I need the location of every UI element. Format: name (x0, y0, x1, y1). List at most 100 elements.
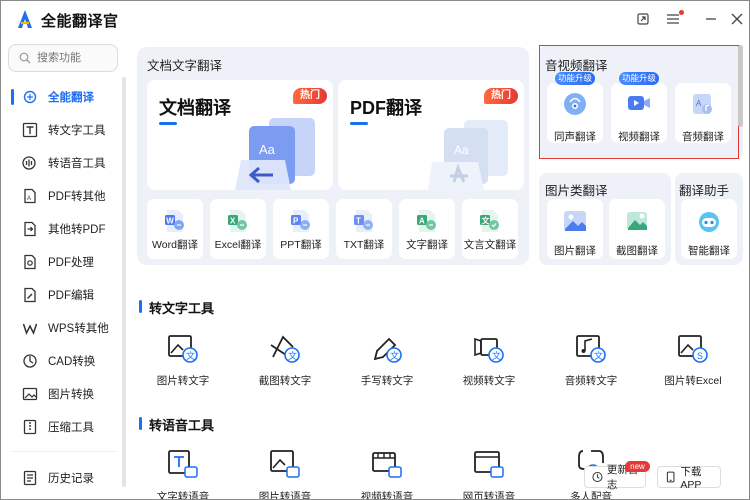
voice-tool-icon (21, 154, 39, 172)
image-translate-card[interactable]: 图片翻译 (547, 199, 603, 259)
sidebar-item-label: 转文字工具 (48, 125, 106, 137)
tool-label: 文字转语音 (156, 491, 210, 500)
sidebar-item-voice-tool[interactable]: 转语音工具 (11, 151, 121, 175)
tool-image-to-text[interactable]: 文 图片转文字 (143, 333, 223, 403)
tool-video-to-text[interactable]: 文 视频转文字 (449, 333, 529, 403)
accent-bar (159, 122, 177, 125)
doc-translate-panel: 文档文字翻译 文档翻译 热门 Aa PDF翻译 热门 Aa W Word翻译 X… (137, 47, 529, 265)
card-label: Excel翻译 (214, 239, 262, 251)
text-tool-icon (21, 121, 39, 139)
panel-title: 文档文字翻译 (147, 59, 223, 73)
search-box[interactable] (8, 44, 118, 72)
doc-translate-card[interactable]: 文档翻译 热门 Aa (147, 80, 333, 190)
sidebar-item-label: 其他转PDF (48, 224, 106, 236)
screenshot-to-text-icon: 文 (270, 335, 300, 363)
sidebar-item-image-convert[interactable]: 图片转换 (11, 382, 121, 406)
sidebar-item-label: 全能翻译 (48, 92, 94, 104)
pdf-edit-icon (21, 286, 39, 304)
sidebar-item-pdf-process[interactable]: PDF处理 (11, 250, 121, 274)
sidebar-item-wps[interactable]: WPS转其他 (11, 316, 121, 340)
minimize-icon[interactable] (701, 9, 721, 29)
svg-text:文: 文 (288, 350, 297, 361)
divider (11, 451, 117, 452)
download-label: 下载APP (680, 465, 702, 491)
menu-icon[interactable] (663, 9, 684, 29)
ppt-translate-card[interactable]: P PPT翻译 (273, 199, 329, 259)
tool-screenshot-to-text[interactable]: 文 截图转文字 (245, 333, 325, 403)
sidebar: 全能翻译 转文字工具 转语音工具 A PDF转其他 其他转PDF PDF处理 P… (1, 37, 126, 499)
card-label: 截图翻译 (616, 245, 658, 257)
excel-file-icon: X (228, 210, 247, 232)
txt-translate-card[interactable]: T TXT翻译 (336, 199, 392, 259)
audio-to-text-icon: 文 (576, 335, 606, 363)
close-icon[interactable] (727, 9, 747, 29)
tool-audio-to-text[interactable]: 文 音频转文字 (551, 333, 631, 403)
sidebar-item-pdf-convert[interactable]: A PDF转其他 (11, 184, 121, 208)
tool-video-to-speech[interactable]: 视频转语音 (347, 449, 427, 499)
phone-icon (666, 471, 675, 483)
panel-title: 图片类翻译 (545, 184, 608, 198)
app-title: 全能翻译官 (41, 13, 119, 30)
image-to-excel-icon: S (678, 335, 708, 363)
classical-text-icon: 文 (480, 210, 499, 232)
svg-text:A: A (27, 196, 31, 202)
search-input[interactable] (37, 50, 113, 66)
text-translate-card[interactable]: A 文字翻译 (399, 199, 455, 259)
changelog-icon (592, 471, 603, 483)
card-label: 图片翻译 (554, 245, 596, 257)
tool-label: 图片转Excel (664, 375, 722, 387)
screenshot-translate-card[interactable]: 截图翻译 (609, 199, 665, 259)
card-label: 文言文翻译 (463, 239, 517, 251)
sidebar-item-label: 历史记录 (48, 473, 94, 485)
robot-icon (699, 212, 719, 232)
tool-text-to-speech[interactable]: 文字转语音 (143, 449, 223, 499)
tool-image-to-excel[interactable]: S 图片转Excel (653, 333, 733, 403)
card-title: PDF翻译 (350, 98, 422, 118)
main-scrollbar[interactable] (738, 45, 743, 127)
app-window: 全能翻译官 全能翻译 转文字工具 转语音工具 (0, 0, 750, 500)
tool-image-to-speech[interactable]: 图片转语音 (245, 449, 325, 499)
sidebar-item-to-pdf[interactable]: 其他转PDF (11, 217, 121, 241)
cad-icon (21, 352, 39, 370)
tool-label: 手写转文字 (360, 375, 414, 387)
sidebar-item-cad[interactable]: CAD转换 (11, 349, 121, 373)
sidebar-item-label: PDF处理 (48, 257, 94, 269)
svg-text:S: S (697, 351, 703, 361)
svg-text:W: W (166, 217, 174, 226)
sidebar-item-label: 转语音工具 (48, 158, 106, 170)
card-label: TXT翻译 (343, 239, 385, 251)
translate-icon (21, 88, 39, 106)
section-title-text-tools: 转文字工具 (139, 298, 214, 317)
translate-assistant-panel: 翻译助手 智能翻译 (675, 173, 743, 265)
card-title: 文档翻译 (159, 98, 231, 118)
sidebar-item-label: 图片转换 (48, 389, 94, 401)
sidebar-item-pdf-edit[interactable]: PDF编辑 (11, 283, 121, 307)
sidebar-item-translate[interactable]: 全能翻译 (11, 85, 121, 109)
hot-badge: 热门 (484, 88, 518, 104)
classical-chinese-translate-card[interactable]: 文 文言文翻译 (462, 199, 518, 259)
svg-text:文: 文 (186, 350, 195, 361)
sidebar-item-text-tool[interactable]: 转文字工具 (11, 118, 121, 142)
tool-label: 图片转文字 (156, 375, 210, 387)
sidebar-item-label: PDF转其他 (48, 191, 106, 203)
tool-label: 图片转语音 (258, 491, 312, 500)
tool-handwriting-to-text[interactable]: 文 手写转文字 (347, 333, 427, 403)
pin-icon[interactable] (633, 9, 653, 29)
svg-text:Aa: Aa (259, 142, 276, 157)
history-icon (21, 469, 39, 487)
word-translate-card[interactable]: W Word翻译 (147, 199, 203, 259)
tool-webpage-to-speech[interactable]: 网页转语音 (449, 449, 529, 499)
pdf-translate-card[interactable]: PDF翻译 热门 Aa (338, 80, 524, 190)
download-app-button[interactable]: 下载APP (657, 465, 721, 491)
text-file-icon: A (417, 210, 436, 232)
smart-translate-card[interactable]: 智能翻译 (681, 199, 737, 259)
sidebar-item-label: PDF编辑 (48, 290, 94, 302)
sidebar-item-compress[interactable]: 压缩工具 (11, 415, 121, 439)
excel-translate-card[interactable]: X Excel翻译 (210, 199, 266, 259)
sidebar-item-history[interactable]: 历史记录 (11, 466, 121, 490)
tool-label: 视频转语音 (360, 491, 414, 500)
document-illustration-icon: Aa (235, 118, 315, 190)
sidebar-scrollbar[interactable] (122, 77, 126, 487)
pdf-convert-icon: A (21, 187, 39, 205)
new-badge: new (625, 461, 650, 472)
